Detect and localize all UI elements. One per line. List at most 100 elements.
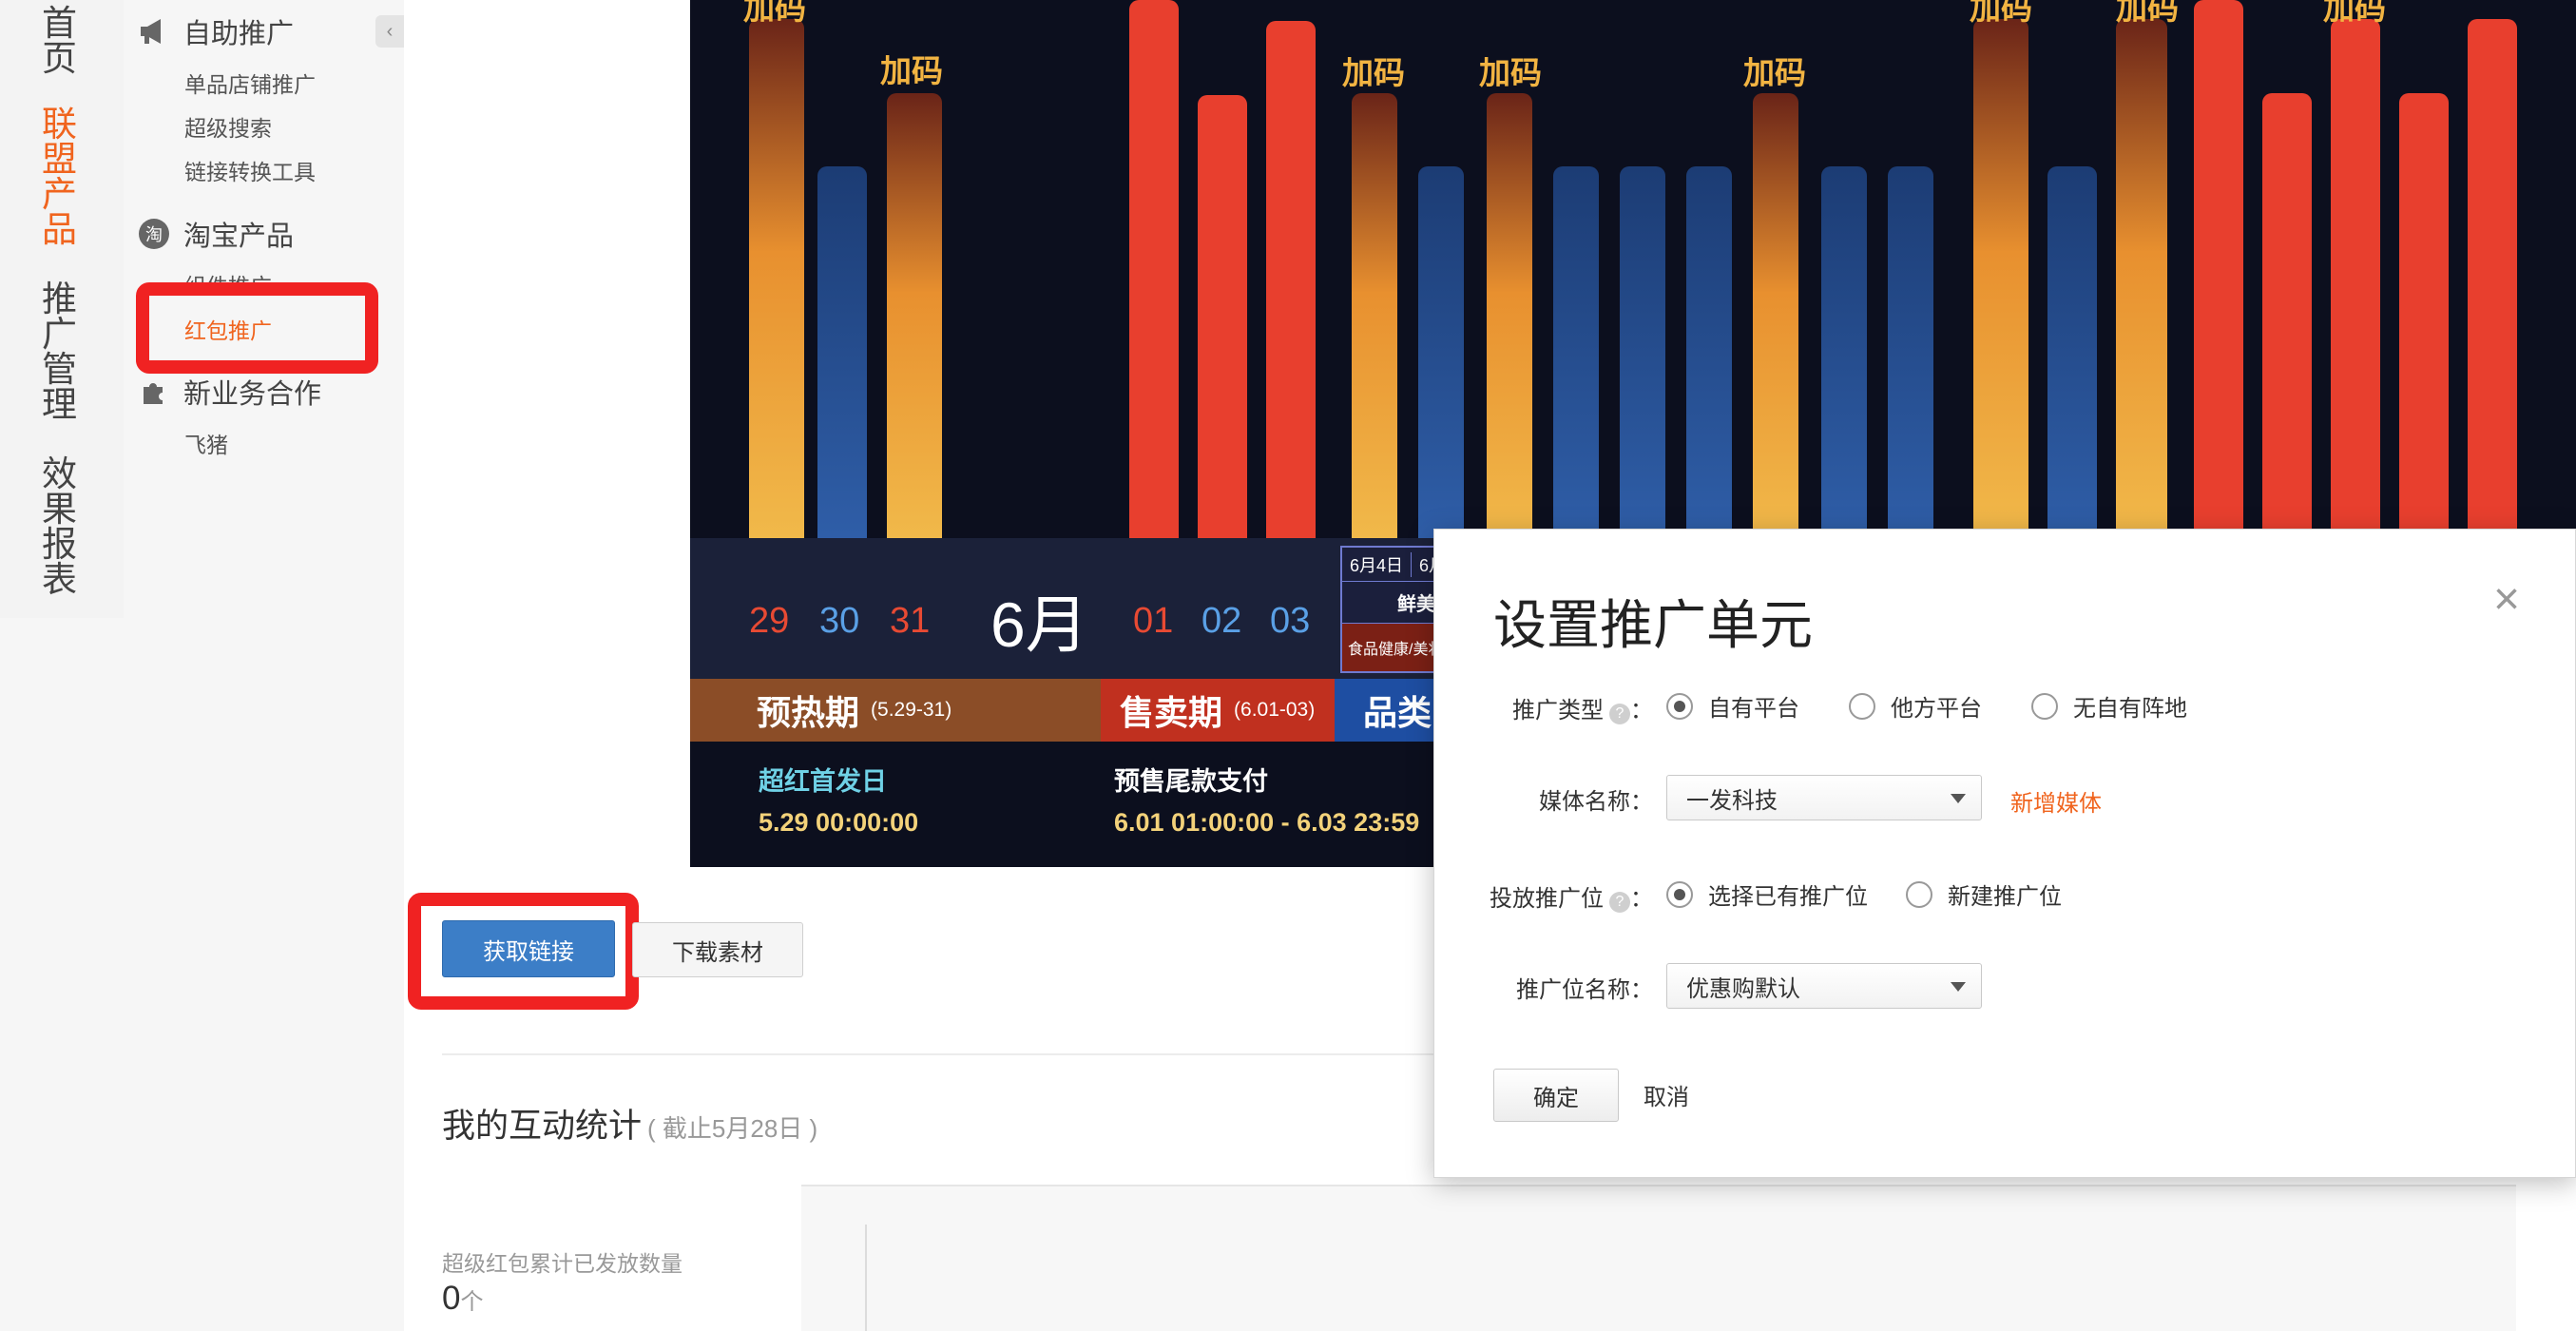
bar-label: 加码 xyxy=(743,0,806,27)
label-colon: ： xyxy=(1630,698,1653,723)
radio-unchecked-icon xyxy=(1906,880,1932,908)
slot-label: 投放推广位?： xyxy=(1434,879,1653,913)
banner-bar xyxy=(1821,166,1867,538)
radio-unchecked-icon xyxy=(1849,692,1875,720)
stats-chart-panel xyxy=(801,1185,2516,1331)
bar-label: 加码 xyxy=(1743,54,1806,91)
megaphone-icon xyxy=(138,15,170,48)
banner-phase-preheat: 预热期 (5.29-31) xyxy=(690,679,1101,742)
banner-bar xyxy=(2399,93,2449,538)
stats-axis-line xyxy=(865,1225,867,1331)
help-icon[interactable]: ? xyxy=(1609,892,1630,913)
get-link-button[interactable]: 获取链接 xyxy=(442,920,615,977)
label-colon: ： xyxy=(1630,886,1653,912)
media-name-select[interactable]: 一发科技 xyxy=(1666,775,1982,820)
select-value: 优惠购默认 xyxy=(1686,975,1800,1002)
stat-label: 超级红包累计已发放数量 xyxy=(442,1251,682,1276)
help-icon[interactable]: ? xyxy=(1609,704,1630,724)
radio-existing-slot[interactable]: 选择已有推广位 xyxy=(1666,878,1868,911)
bar-label: 加码 xyxy=(1970,0,2032,27)
radio-other-platform[interactable]: 他方平台 xyxy=(1849,689,1982,723)
stat-value: 0个 xyxy=(442,1280,483,1318)
phase-range: (6.01-03) xyxy=(1234,699,1316,721)
banner-bar xyxy=(2194,0,2243,538)
banner-bar xyxy=(1198,95,1247,538)
bar-label: 加码 xyxy=(2323,0,2386,27)
banner-bar xyxy=(2262,93,2312,538)
submenu-group-label: 自助推广 xyxy=(183,19,295,49)
banner-bar xyxy=(2468,19,2517,538)
banner-bar xyxy=(1266,21,1316,538)
banner-bar xyxy=(2047,166,2097,538)
nav-effect-reports[interactable]: 效果报表 xyxy=(42,456,80,597)
caret-down-icon xyxy=(1951,794,1966,803)
banner-bar xyxy=(1620,166,1665,538)
radio-no-own-channel[interactable]: 无自有阵地 xyxy=(2031,689,2187,723)
media-name-label: 媒体名称： xyxy=(1539,789,1653,815)
banner-note-title: 超红首发日 xyxy=(759,767,887,796)
slot-name-label: 推广位名称： xyxy=(1516,977,1653,1003)
left-vertical-nav: 首页 联盟产品 推广管理 效果报表 xyxy=(0,0,124,618)
chevron-left-icon: ‹ xyxy=(386,20,394,42)
cancel-button[interactable]: 取消 xyxy=(1644,1078,1689,1111)
close-icon[interactable]: × xyxy=(2493,577,2520,623)
submenu-item-red-packet-promo[interactable]: 红包推广 xyxy=(184,313,272,345)
banner-date: 31 xyxy=(890,601,931,641)
banner-bar xyxy=(2331,19,2380,538)
banner-phase-sale: 售卖期 (6.01-03) xyxy=(1101,679,1335,742)
submenu-group-label: 淘宝产品 xyxy=(183,222,295,252)
slot-name-select[interactable]: 优惠购默认 xyxy=(1666,963,1982,1009)
puzzle-icon xyxy=(138,376,170,408)
dialog-title: 设置推广单元 xyxy=(1493,595,1813,655)
radio-own-platform[interactable]: 自有平台 xyxy=(1666,689,1799,723)
add-media-link[interactable]: 新增媒体 xyxy=(2010,784,2102,818)
radio-new-slot[interactable]: 新建推广位 xyxy=(1906,878,2062,911)
banner-bar xyxy=(1418,166,1464,538)
radio-checked-icon xyxy=(1666,880,1693,908)
radio-label: 新建推广位 xyxy=(1948,884,2062,910)
phase-title: 品类 xyxy=(1363,693,1432,732)
nav-alliance-products[interactable]: 联盟产品 xyxy=(42,106,80,247)
promo-type-label-text: 推广类型 xyxy=(1512,698,1604,723)
bar-label: 加码 xyxy=(1342,54,1405,91)
bar-label: 加码 xyxy=(1479,54,1542,91)
banner-note-time: 6.01 01:00:00 - 6.03 23:59 xyxy=(1114,808,1420,837)
submenu-group-taobao-products[interactable]: 淘 淘宝产品 xyxy=(138,214,294,254)
radio-checked-icon xyxy=(1666,692,1693,720)
bar-label: 加码 xyxy=(2116,0,2179,27)
submenu-group-self-promo[interactable]: 自助推广 xyxy=(138,11,294,51)
slot-label-text: 投放推广位 xyxy=(1490,886,1604,912)
banner-date: 03 xyxy=(1270,601,1311,641)
confirm-button[interactable]: 确定 xyxy=(1493,1069,1619,1122)
banner-date: 02 xyxy=(1201,601,1242,641)
submenu-item-fliggy[interactable]: 飞猪 xyxy=(184,427,228,459)
submenu-group-new-business[interactable]: 新业务合作 xyxy=(138,372,321,412)
banner-bar xyxy=(1753,93,1798,538)
download-material-button[interactable]: 下载素材 xyxy=(632,922,803,977)
promo-type-label: 推广类型?： xyxy=(1434,691,1653,724)
taobao-icon: 淘 xyxy=(138,218,170,250)
banner-bar xyxy=(1487,93,1532,538)
banner-date: 30 xyxy=(819,601,860,641)
banner-month: 6月 xyxy=(990,589,1088,660)
nav-home[interactable]: 首页 xyxy=(42,6,80,76)
banner-bar xyxy=(1686,166,1732,538)
submenu-group-label: 新业务合作 xyxy=(183,379,322,410)
banner-bar xyxy=(1973,19,2028,538)
submenu-item-super-search[interactable]: 超级搜索 xyxy=(184,110,272,143)
collapse-sidebar-button[interactable]: ‹ xyxy=(375,15,404,48)
banner-bar xyxy=(817,166,867,538)
phase-title: 预热期 xyxy=(757,693,860,732)
banner-note-time: 5.29 00:00:00 xyxy=(759,808,919,837)
banner-note-title: 预售尾款支付 xyxy=(1114,767,1268,796)
stat-value-unit: 个 xyxy=(460,1289,484,1315)
banner-date: 29 xyxy=(749,601,790,641)
banner-bar xyxy=(1352,93,1397,538)
banner-bar xyxy=(1553,166,1599,538)
phase-range: (5.29-31) xyxy=(871,699,952,721)
radio-label: 选择已有推广位 xyxy=(1708,884,1868,910)
caret-down-icon xyxy=(1951,982,1966,992)
submenu-item-single-store[interactable]: 单品店铺推广 xyxy=(184,67,316,99)
nav-promotion-management[interactable]: 推广管理 xyxy=(42,281,80,422)
submenu-item-link-converter[interactable]: 链接转换工具 xyxy=(184,154,316,186)
